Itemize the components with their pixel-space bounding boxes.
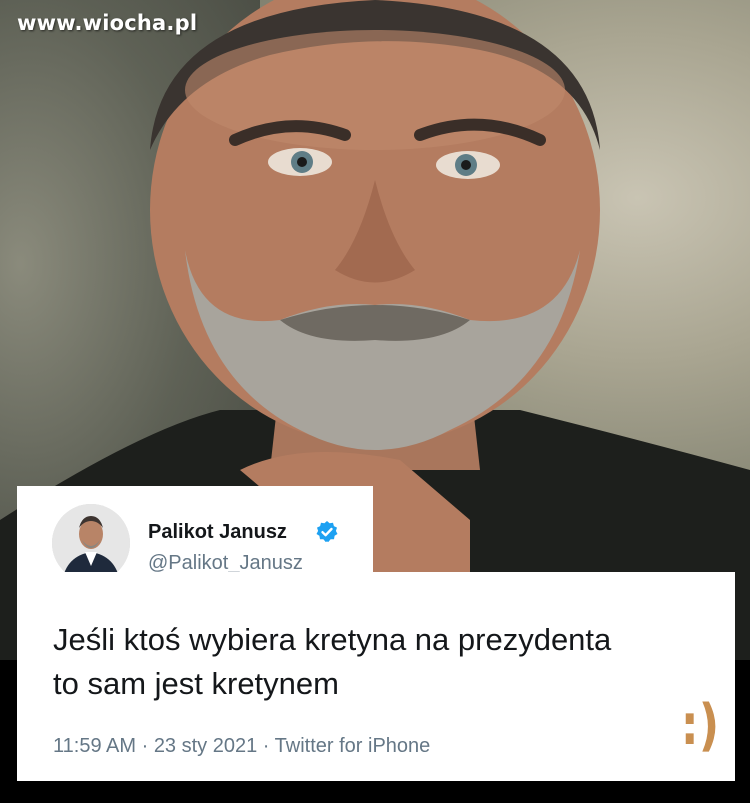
tweet-text-line: to sam jest kretynem: [53, 666, 339, 701]
meta-separator: ·: [262, 735, 275, 757]
display-name[interactable]: Palikot Janusz: [148, 521, 287, 544]
meta-separator: ·: [141, 735, 154, 757]
tweet-source[interactable]: Twitter for iPhone: [275, 735, 431, 757]
tweet-meta: 11:59 AM · 23 sty 2021 · Twitter for iPh…: [53, 735, 430, 758]
tweet-text: Jeśli ktoś wybiera kretyna na prezydenta…: [53, 618, 733, 706]
avatar-photo: [52, 504, 130, 582]
verified-badge-icon: [316, 521, 338, 542]
tweet-date[interactable]: 23 sty 2021: [154, 735, 257, 757]
site-watermark: www.wiocha.pl: [17, 11, 198, 35]
avatar[interactable]: [52, 504, 130, 582]
tweet-time[interactable]: 11:59 AM: [53, 735, 136, 757]
tweet-header-box: Palikot Janusz @Palikot_Janusz: [17, 486, 373, 582]
smiley-logo: :): [680, 693, 720, 758]
meme-canvas: www.wiocha.pl Palikot Janusz @Palikot_Ja…: [0, 0, 750, 803]
tweet-text-line: Jeśli ktoś wybiera kretyna na prezydenta: [53, 622, 612, 657]
tweet-body-box: Jeśli ktoś wybiera kretyna na prezydenta…: [17, 572, 735, 781]
